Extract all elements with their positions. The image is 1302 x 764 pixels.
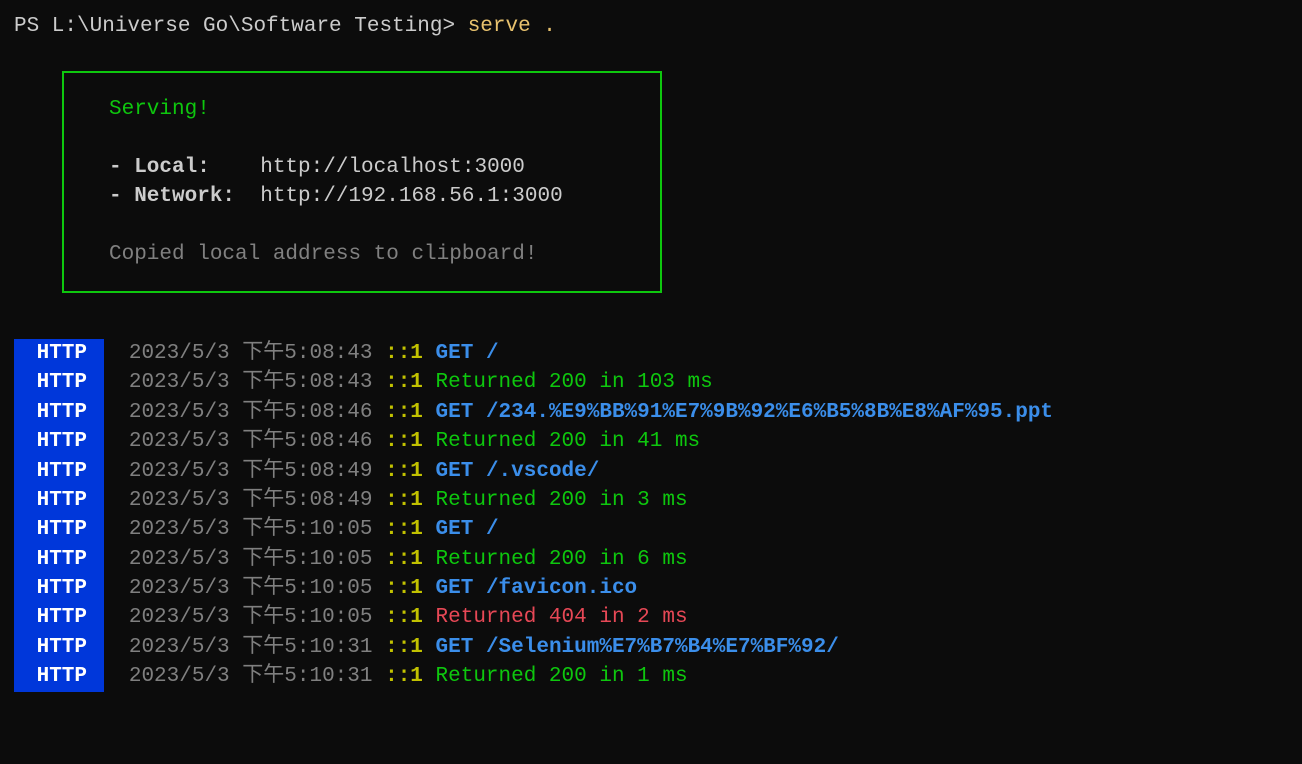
log-date: 2023/5/3 下午5:10:05 [129, 577, 373, 600]
http-badge: HTTP [14, 633, 104, 662]
log-ip: ::1 [385, 548, 423, 571]
log-ip: ::1 [385, 518, 423, 541]
log-line: HTTP 2023/5/3 下午5:08:43 ::1 Returned 200… [14, 368, 1288, 397]
serving-copied: Copied local address to clipboard! [109, 240, 615, 269]
http-badge: HTTP [14, 515, 104, 544]
prompt-prefix: PS L:\Universe Go\Software Testing> [14, 15, 468, 38]
log-line: HTTP 2023/5/3 下午5:10:05 ::1 GET /favicon… [14, 574, 1288, 603]
log-date: 2023/5/3 下午5:10:05 [129, 606, 373, 629]
log-line: HTTP 2023/5/3 下午5:08:43 ::1 GET / [14, 339, 1288, 368]
log-ip: ::1 [385, 665, 423, 688]
http-badge: HTTP [14, 662, 104, 691]
log-method: GET [436, 518, 474, 541]
log-line: HTTP 2023/5/3 下午5:10:05 ::1 Returned 404… [14, 603, 1288, 632]
log-url: / [486, 342, 499, 365]
log-response: Returned 200 in 41 ms [436, 430, 701, 453]
log-date: 2023/5/3 下午5:08:49 [129, 489, 373, 512]
log-method: GET [436, 577, 474, 600]
log-line: HTTP 2023/5/3 下午5:08:46 ::1 Returned 200… [14, 427, 1288, 456]
serving-network-url: http://192.168.56.1:3000 [235, 185, 563, 208]
serving-title: Serving! [109, 95, 615, 124]
log-url: /favicon.ico [486, 577, 637, 600]
log-line: HTTP 2023/5/3 下午5:08:46 ::1 GET /234.%E9… [14, 398, 1288, 427]
log-date: 2023/5/3 下午5:08:46 [129, 401, 373, 424]
log-ip: ::1 [385, 342, 423, 365]
log-line: HTTP 2023/5/3 下午5:10:31 ::1 Returned 200… [14, 662, 1288, 691]
log-ip: ::1 [385, 636, 423, 659]
log-response: Returned 404 in 2 ms [436, 606, 688, 629]
log-date: 2023/5/3 下午5:10:05 [129, 518, 373, 541]
log-response: Returned 200 in 103 ms [436, 371, 713, 394]
http-badge: HTTP [14, 574, 104, 603]
http-badge: HTTP [14, 486, 104, 515]
log-ip: ::1 [385, 489, 423, 512]
log-date: 2023/5/3 下午5:08:43 [129, 371, 373, 394]
log-date: 2023/5/3 下午5:10:31 [129, 665, 373, 688]
log-method: GET [436, 342, 474, 365]
log-date: 2023/5/3 下午5:10:31 [129, 636, 373, 659]
log-ip: ::1 [385, 577, 423, 600]
serving-box: Serving! - Local: http://localhost:3000 … [62, 71, 662, 293]
log-url: /.vscode/ [486, 460, 599, 483]
log-url: /Selenium%E7%B7%B4%E7%BF%92/ [486, 636, 839, 659]
log-lines: HTTP 2023/5/3 下午5:08:43 ::1 GET / HTTP 2… [14, 339, 1288, 692]
prompt-command: serve . [468, 15, 556, 38]
http-badge: HTTP [14, 339, 104, 368]
log-line: HTTP 2023/5/3 下午5:08:49 ::1 Returned 200… [14, 486, 1288, 515]
log-ip: ::1 [385, 371, 423, 394]
http-badge: HTTP [14, 398, 104, 427]
log-method: GET [436, 401, 474, 424]
log-response: Returned 200 in 6 ms [436, 548, 688, 571]
log-ip: ::1 [385, 401, 423, 424]
http-badge: HTTP [14, 368, 104, 397]
log-method: GET [436, 460, 474, 483]
http-badge: HTTP [14, 603, 104, 632]
log-date: 2023/5/3 下午5:08:46 [129, 430, 373, 453]
prompt-line: PS L:\Universe Go\Software Testing> serv… [14, 12, 1288, 41]
http-badge: HTTP [14, 427, 104, 456]
serving-network-line: - Network: http://192.168.56.1:3000 [109, 182, 615, 211]
log-url: /234.%E9%BB%91%E7%9B%92%E6%B5%8B%E8%AF%9… [486, 401, 1053, 424]
serving-local-url: http://localhost:3000 [248, 156, 525, 179]
serving-local-line: - Local: http://localhost:3000 [109, 153, 615, 182]
serving-network-label: - Network: [109, 185, 235, 208]
log-ip: ::1 [385, 430, 423, 453]
log-date: 2023/5/3 下午5:08:43 [129, 342, 373, 365]
log-line: HTTP 2023/5/3 下午5:10:05 ::1 Returned 200… [14, 545, 1288, 574]
log-response: Returned 200 in 1 ms [436, 665, 688, 688]
log-line: HTTP 2023/5/3 下午5:10:05 ::1 GET / [14, 515, 1288, 544]
serving-local-label: - Local: [109, 156, 248, 179]
log-date: 2023/5/3 下午5:08:49 [129, 460, 373, 483]
http-badge: HTTP [14, 457, 104, 486]
log-ip: ::1 [385, 606, 423, 629]
log-ip: ::1 [385, 460, 423, 483]
log-line: HTTP 2023/5/3 下午5:08:49 ::1 GET /.vscode… [14, 457, 1288, 486]
log-method: GET [436, 636, 474, 659]
log-date: 2023/5/3 下午5:10:05 [129, 548, 373, 571]
log-response: Returned 200 in 3 ms [436, 489, 688, 512]
http-badge: HTTP [14, 545, 104, 574]
log-url: / [486, 518, 499, 541]
log-line: HTTP 2023/5/3 下午5:10:31 ::1 GET /Seleniu… [14, 633, 1288, 662]
